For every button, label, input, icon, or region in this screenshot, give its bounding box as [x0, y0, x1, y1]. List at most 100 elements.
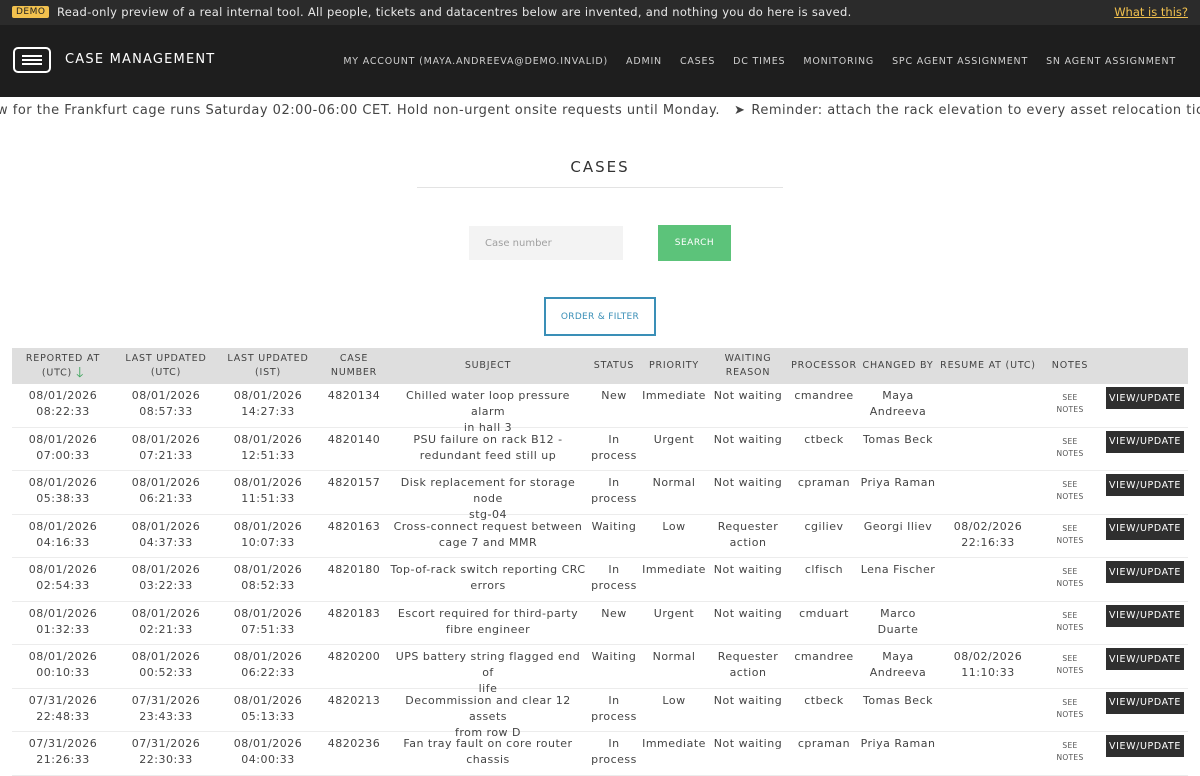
cell-processor: cpraman [797, 476, 851, 489]
see-notes-link[interactable]: SEE NOTES [1038, 653, 1102, 677]
see-notes-link[interactable]: SEE NOTES [1038, 610, 1102, 634]
cell-priority: Normal [652, 476, 696, 489]
table-body: 08/01/2026 08:22:33 08/01/2026 08:57:33 08… [12, 384, 1188, 776]
cell-waiting-reason: Not waiting [713, 476, 783, 489]
header-status[interactable]: STATUS [586, 348, 642, 384]
cell-changed-by: Priya Raman [860, 476, 936, 489]
cell-priority: Low [662, 693, 686, 707]
view-update-button[interactable]: VIEW/UPDATE [1106, 648, 1184, 670]
table-row: 08/01/2026 01:32:33 08/01/2026 02:21:33 08… [12, 602, 1188, 645]
cell-status: In process [591, 737, 637, 766]
view-update-button[interactable]: VIEW/UPDATE [1106, 474, 1184, 496]
cell-last-updated-ist: 08/01/2026 04:00:33 [233, 737, 303, 766]
cell-status: New [601, 389, 627, 402]
cell-processor: ctbeck [804, 693, 844, 707]
page-title: CASES [570, 158, 630, 176]
ticker-arrow-icon: ➤ [733, 103, 746, 118]
cell-last-updated-ist: 08/01/2026 08:52:33 [233, 563, 303, 592]
cell-subject: Top-of-rack switch reporting CRC errors [390, 563, 586, 592]
cell-priority: Urgent [653, 606, 695, 620]
see-notes-link[interactable]: SEE NOTES [1038, 436, 1102, 460]
cell-subject: PSU failure on rack B12 - redundant feed… [413, 432, 563, 462]
menu-card-icon[interactable] [13, 47, 51, 73]
see-notes-link[interactable]: SEE NOTES [1038, 479, 1102, 503]
header-reported-at[interactable]: REPORTED AT (UTC) 🡓 [12, 348, 114, 384]
view-update-button[interactable]: VIEW/UPDATE [1106, 561, 1184, 583]
cell-status: In process [591, 476, 637, 505]
header-resume-at[interactable]: RESUME AT (UTC) [938, 348, 1038, 384]
cell-status: Waiting [591, 519, 637, 533]
view-update-button[interactable]: VIEW/UPDATE [1106, 387, 1184, 409]
menu-cases[interactable]: CASES [680, 56, 715, 67]
cell-reported-at: 08/01/2026 05:38:33 [28, 476, 98, 505]
cases-table: REPORTED AT (UTC) 🡓 LAST UPDATED (UTC) LAST U… [12, 348, 1188, 776]
view-update-button[interactable]: VIEW/UPDATE [1106, 517, 1184, 540]
table-row: 08/01/2026 08:22:33 08/01/2026 08:57:33 08… [12, 384, 1188, 434]
cell-changed-by: Tomas Beck [863, 693, 933, 707]
ticker-message-1: w for the Frankfurt cage runs Saturday 0… [0, 103, 720, 118]
view-update-button[interactable]: VIEW/UPDATE [1106, 735, 1184, 757]
table-row: 08/01/2026 02:54:33 08/01/2026 03:22:33 08… [12, 558, 1188, 602]
cell-reported-at: 08/01/2026 01:32:33 [28, 606, 98, 636]
order-filter-button[interactable]: ORDER & FILTER [544, 297, 656, 336]
cell-reported-at: 08/01/2026 07:00:33 [28, 432, 98, 462]
cell-status: Waiting [591, 650, 637, 663]
table-row: 08/01/2026 05:38:33 08/01/2026 06:21:33 08… [12, 471, 1188, 521]
menu-monitoring[interactable]: MONITORING [803, 56, 874, 67]
header-processor[interactable]: PROCESSOR [790, 348, 858, 384]
see-notes-link[interactable]: SEE NOTES [1038, 392, 1102, 416]
cell-priority: Low [662, 519, 686, 533]
cell-case-number: 4820134 [327, 389, 381, 402]
view-update-button[interactable]: VIEW/UPDATE [1106, 604, 1184, 627]
header-last-updated-utc[interactable]: LAST UPDATED (UTC) [114, 348, 218, 384]
header-changed-by[interactable]: CHANGED BY [858, 348, 938, 384]
cell-waiting-reason: Requester action [717, 519, 779, 549]
cell-waiting-reason: Not waiting [713, 693, 783, 707]
see-notes-link[interactable]: SEE NOTES [1038, 697, 1102, 721]
cell-last-updated-ist: 08/01/2026 11:51:33 [233, 476, 303, 505]
cell-status: New [601, 606, 627, 620]
see-notes-link[interactable]: SEE NOTES [1038, 523, 1102, 547]
cell-reported-at: 08/01/2026 08:22:33 [28, 389, 98, 418]
cell-case-number: 4820183 [327, 606, 381, 620]
view-update-button[interactable]: VIEW/UPDATE [1106, 691, 1184, 714]
cell-case-number: 4820140 [327, 432, 381, 446]
header-notes[interactable]: NOTES [1038, 348, 1102, 384]
table-row: 08/01/2026 07:00:33 08/01/2026 07:21:33 08… [12, 428, 1188, 471]
cell-waiting-reason: Not waiting [713, 432, 783, 446]
menu-dc-times[interactable]: DC TIMES [733, 56, 785, 67]
app-title[interactable]: CASE MANAGEMENT [65, 52, 215, 67]
cell-last-updated-ist: 08/01/2026 14:27:33 [233, 389, 303, 418]
cell-subject: Cross-connect request between cage 7 and… [393, 519, 583, 549]
cell-last-updated-utc: 08/01/2026 07:21:33 [131, 432, 201, 462]
menu-sn-agent-assignment[interactable]: SN AGENT ASSIGNMENT [1046, 56, 1176, 67]
cell-reported-at: 08/01/2026 02:54:33 [28, 563, 98, 592]
header-waiting-reason[interactable]: WAITING REASON [706, 348, 790, 384]
header-priority[interactable]: PRIORITY [642, 348, 706, 384]
cell-reported-at: 08/01/2026 00:10:33 [28, 650, 98, 679]
arrow-down-icon[interactable]: 🡓 [76, 366, 84, 380]
cell-changed-by: Georgi Iliev [863, 519, 933, 533]
what-is-this-link[interactable]: What is this? [1114, 5, 1188, 19]
menu-spc-agent-assignment[interactable]: SPC AGENT ASSIGNMENT [892, 56, 1028, 67]
cell-status: In process [591, 693, 637, 723]
header-subject[interactable]: SUBJECT [390, 348, 586, 384]
header-case-number[interactable]: CASE NUMBER [318, 348, 390, 384]
cell-subject: Escort required for third-party fibre en… [397, 606, 579, 636]
menu-admin[interactable]: ADMIN [626, 56, 662, 67]
cell-last-updated-utc: 08/01/2026 02:21:33 [131, 606, 201, 636]
cell-priority: Immediate [642, 563, 706, 576]
view-update-button[interactable]: VIEW/UPDATE [1106, 430, 1184, 453]
cell-last-updated-utc: 08/01/2026 04:37:33 [131, 519, 201, 549]
cell-last-updated-ist: 08/01/2026 06:22:33 [233, 650, 303, 679]
search-button[interactable]: SEARCH [658, 225, 731, 261]
title-divider [417, 187, 783, 188]
case-number-input[interactable] [469, 226, 623, 260]
see-notes-link[interactable]: SEE NOTES [1038, 740, 1102, 764]
menu-my-account[interactable]: MY ACCOUNT (MAYA.ANDREEVA@DEMO.INVALID) [343, 56, 608, 67]
see-notes-link[interactable]: SEE NOTES [1038, 566, 1102, 590]
cell-processor: cmduart [799, 606, 849, 620]
header-last-updated-ist[interactable]: LAST UPDATED (IST) [218, 348, 318, 384]
cell-waiting-reason: Requester action [717, 650, 779, 679]
demo-badge: DEMO [12, 6, 50, 18]
